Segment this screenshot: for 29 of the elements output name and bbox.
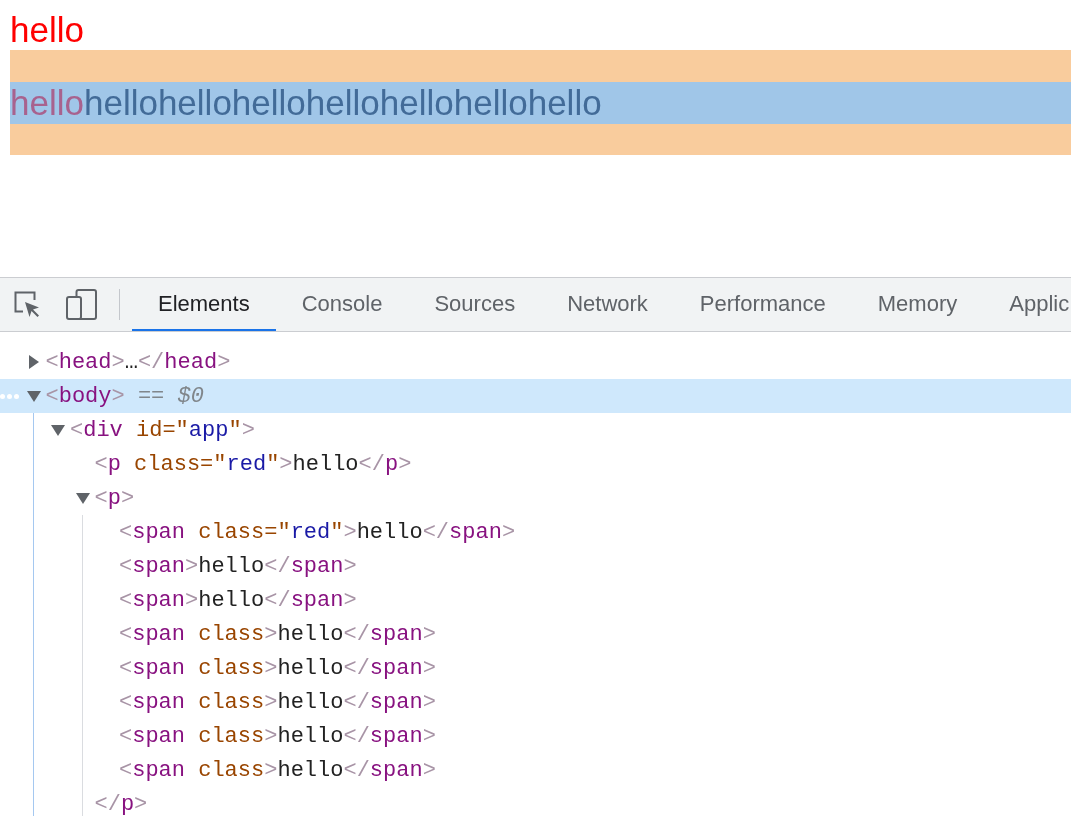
dom-node-row[interactable]: <span class>hello</span> — [0, 617, 1071, 651]
panel-tab[interactable]: Network — [541, 278, 674, 331]
caret-down-icon[interactable] — [51, 424, 65, 436]
dom-node-row[interactable]: <span>hello</span> — [0, 583, 1071, 617]
panel-tab[interactable]: Applic — [983, 278, 1071, 331]
dom-node-row[interactable]: <p> — [0, 481, 1071, 515]
dom-node-row[interactable]: <span class>hello</span> — [0, 753, 1071, 787]
caret-down-icon[interactable] — [75, 492, 90, 504]
panel-tab[interactable]: Performance — [673, 278, 852, 331]
inspect-element-icon[interactable] — [14, 291, 41, 318]
dom-node-row[interactable]: <span>hello</span> — [0, 549, 1071, 583]
panel-tab[interactable]: Memory — [851, 278, 984, 331]
dom-node-row[interactable]: <span class>hello</span> — [0, 685, 1071, 719]
dom-node-row[interactable]: <span class>hello</span> — [0, 651, 1071, 685]
dom-node-row[interactable]: <span class="red">hello</span> — [0, 515, 1071, 549]
dom-node-row[interactable]: <body> == $0 — [0, 379, 1071, 413]
closing-tag-row[interactable]: </p> — [0, 787, 1071, 816]
panel-tab[interactable]: Sources — [408, 278, 542, 331]
more-dots-icon[interactable] — [0, 393, 19, 399]
dom-node-row[interactable]: <span class>hello</span> — [0, 719, 1071, 753]
dom-node-row[interactable]: <p class="red">hello</p> — [0, 447, 1071, 481]
highlighted-paragraph-text: hellohellohellohellohellohellohellohello — [10, 82, 602, 124]
caret-down-icon[interactable] — [26, 390, 41, 402]
panel-tab[interactable]: Console — [275, 278, 409, 331]
dom-node-row[interactable]: <head>…</head> — [0, 345, 1071, 379]
paragraph-text: hello — [10, 12, 84, 47]
device-toolbar-icon[interactable] — [66, 289, 97, 320]
caret-right-icon[interactable] — [28, 355, 39, 369]
dom-node-row[interactable]: <div id="app"> — [0, 413, 1071, 447]
